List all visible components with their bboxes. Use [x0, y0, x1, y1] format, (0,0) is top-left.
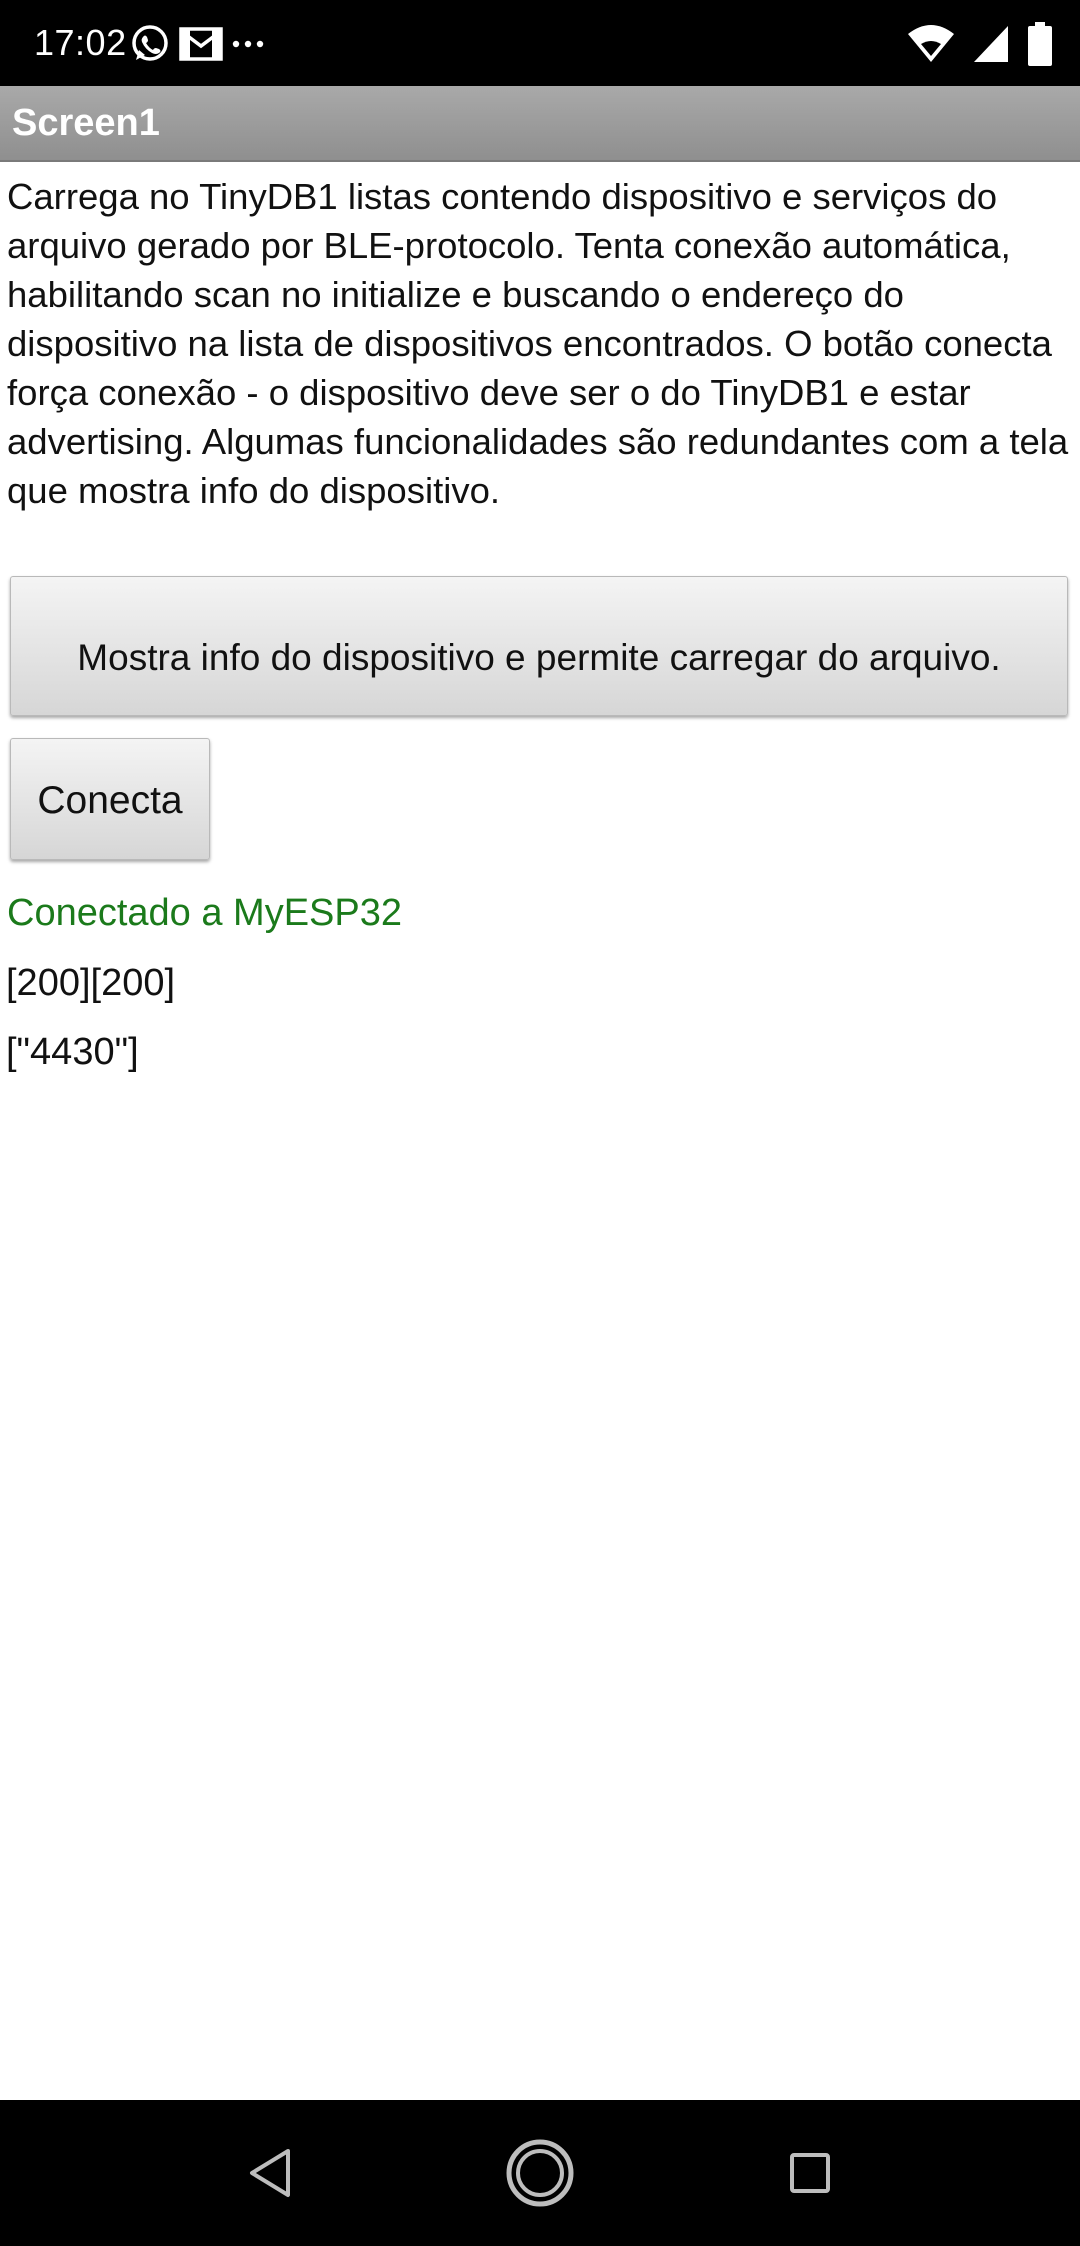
home-button[interactable]	[460, 2100, 620, 2246]
wifi-icon	[906, 22, 956, 66]
description-text: Carrega no TinyDB1 listas contendo dispo…	[7, 176, 1069, 511]
battery-icon	[1026, 20, 1054, 68]
recents-icon	[788, 2151, 832, 2195]
system-icons	[906, 20, 1054, 68]
title-bar: Screen1	[0, 86, 1080, 162]
service-list-label: ["4430"]	[6, 1031, 139, 1073]
navigation-bar	[0, 2100, 1080, 2246]
response-values-label: [200][200]	[6, 962, 176, 1004]
notification-icons	[128, 22, 266, 66]
back-button[interactable]	[190, 2100, 350, 2246]
whatsapp-icon	[128, 22, 172, 66]
more-dots-icon	[230, 24, 266, 64]
back-icon	[246, 2147, 294, 2199]
gmail-icon	[178, 24, 224, 64]
status-bar: 17:02	[0, 0, 1080, 86]
signal-icon	[972, 24, 1010, 64]
show-device-info-button[interactable]: Mostra info do dispositivo e permite car…	[10, 576, 1068, 716]
recents-button[interactable]	[730, 2100, 890, 2246]
connect-button[interactable]: Conecta	[10, 738, 210, 860]
home-icon	[505, 2138, 575, 2208]
connection-status-label: Conectado a MyESP32	[7, 892, 403, 934]
clock-time: 17:02	[34, 22, 127, 63]
screen-title: Screen1	[12, 102, 160, 144]
